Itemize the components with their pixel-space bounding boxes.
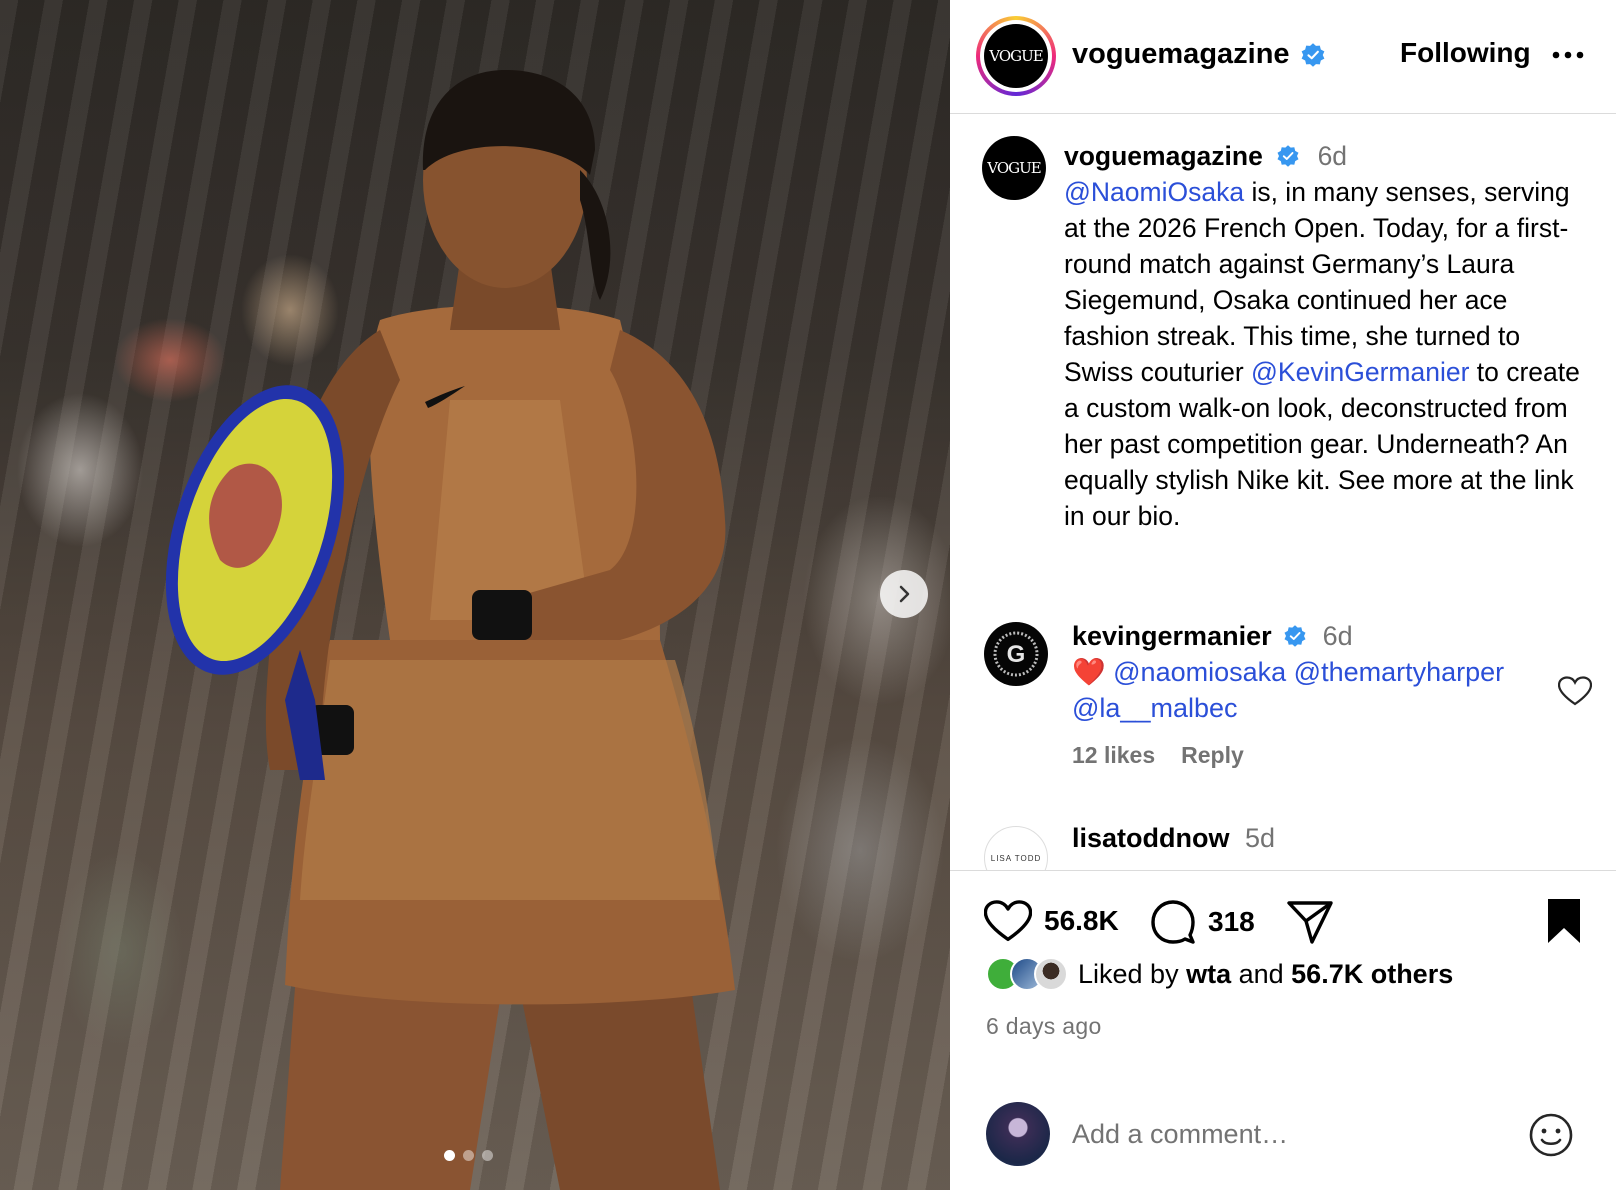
liked-by: Liked by wta and 56.7K others — [986, 957, 1453, 991]
comment: lisatoddnow 5d — [1072, 820, 1275, 856]
like-count[interactable]: 56.8K — [1044, 905, 1119, 937]
header-avatar[interactable]: VOGUE — [976, 16, 1056, 96]
heart-emoji: ❤️ — [1072, 657, 1106, 687]
mention-link[interactable]: @themartyharper — [1294, 657, 1505, 687]
vogue-logo: VOGUE — [982, 136, 1046, 200]
reply-button[interactable]: Reply — [1181, 742, 1244, 769]
carousel-next-button[interactable] — [880, 570, 928, 618]
liked-by-others[interactable]: 56.7K others — [1291, 959, 1453, 989]
mention-link[interactable]: @la__malbec — [1072, 693, 1238, 723]
post-side-panel: VOGUE voguemagazine Following VOGUE vogu… — [950, 0, 1616, 1190]
carousel-dot[interactable] — [444, 1150, 455, 1161]
comment-avatar[interactable]: G — [984, 622, 1048, 686]
comment-avatar[interactable]: LISA TODD — [984, 826, 1048, 870]
caption-avatar[interactable]: VOGUE — [982, 136, 1046, 200]
like-action[interactable]: 56.8K — [984, 899, 1119, 943]
comments-section: VOGUE voguemagazine 6d @NaomiOsaka is, i… — [950, 114, 1616, 870]
comment-likes[interactable]: 12 likes — [1072, 742, 1155, 769]
bookmark-icon[interactable] — [1546, 897, 1582, 945]
verified-badge-icon — [1277, 145, 1299, 167]
comment-icon[interactable] — [1150, 899, 1196, 945]
comment-time: 6d — [1322, 621, 1353, 651]
caption-username[interactable]: voguemagazine — [1064, 141, 1263, 171]
kevingermanier-logo-icon: G — [993, 631, 1039, 677]
liker-avatar[interactable] — [1034, 957, 1068, 991]
chevron-right-icon — [899, 585, 910, 603]
photo-subject — [165, 70, 735, 1190]
header-username-text[interactable]: voguemagazine — [1072, 38, 1290, 71]
heart-icon[interactable] — [984, 899, 1032, 943]
mention-link[interactable]: @NaomiOsaka — [1064, 177, 1244, 207]
following-button[interactable]: Following — [1400, 37, 1531, 69]
add-comment-row — [950, 1064, 1616, 1190]
comment: kevingermanier 6d ❤️ @naomiosaka @themar… — [1072, 618, 1532, 726]
liked-by-text[interactable]: Liked by wta and 56.7K others — [1078, 959, 1453, 990]
current-user-avatar[interactable] — [986, 1102, 1050, 1166]
comment-meta: 12 likes Reply — [1072, 742, 1244, 769]
carousel-dot[interactable] — [482, 1150, 493, 1161]
lisatodd-logo-text: LISA TODD — [990, 853, 1042, 863]
share-icon[interactable] — [1286, 899, 1334, 945]
more-options-icon[interactable] — [1550, 48, 1586, 62]
carousel-dots — [444, 1150, 493, 1161]
header-username[interactable]: voguemagazine — [1072, 38, 1326, 71]
comment-username[interactable]: kevingermanier — [1072, 621, 1272, 651]
post-caption: voguemagazine 6d @NaomiOsaka is, in many… — [1064, 138, 1594, 534]
mention-link[interactable]: @naomiosaka — [1113, 657, 1286, 687]
save-action[interactable] — [1546, 897, 1582, 945]
caption-time: 6d — [1317, 141, 1348, 171]
verified-badge-icon — [1301, 42, 1324, 67]
caption-text: is, in many senses, serving at the 2026 … — [1064, 177, 1570, 387]
vogue-logo: VOGUE — [984, 24, 1048, 88]
add-comment-input[interactable] — [1072, 1114, 1492, 1154]
carousel-dot[interactable] — [463, 1150, 474, 1161]
comment-time: 5d — [1245, 823, 1276, 853]
svg-text:G: G — [1007, 641, 1026, 668]
mention-link[interactable]: @KevinGermanier — [1251, 357, 1469, 387]
comment-action[interactable]: 318 — [1150, 899, 1255, 945]
post-timestamp[interactable]: 6 days ago — [986, 1013, 1102, 1040]
liked-by-user[interactable]: wta — [1186, 959, 1231, 989]
post-photo[interactable] — [0, 0, 950, 1190]
comment-heart-icon[interactable] — [1558, 676, 1592, 706]
emoji-icon[interactable] — [1528, 1112, 1574, 1158]
comment-username[interactable]: lisatoddnow — [1072, 823, 1230, 853]
share-action[interactable] — [1286, 899, 1334, 945]
verified-badge-icon — [1284, 625, 1306, 647]
post-header: VOGUE voguemagazine Following — [950, 0, 1616, 114]
comment-count[interactable]: 318 — [1208, 906, 1255, 938]
